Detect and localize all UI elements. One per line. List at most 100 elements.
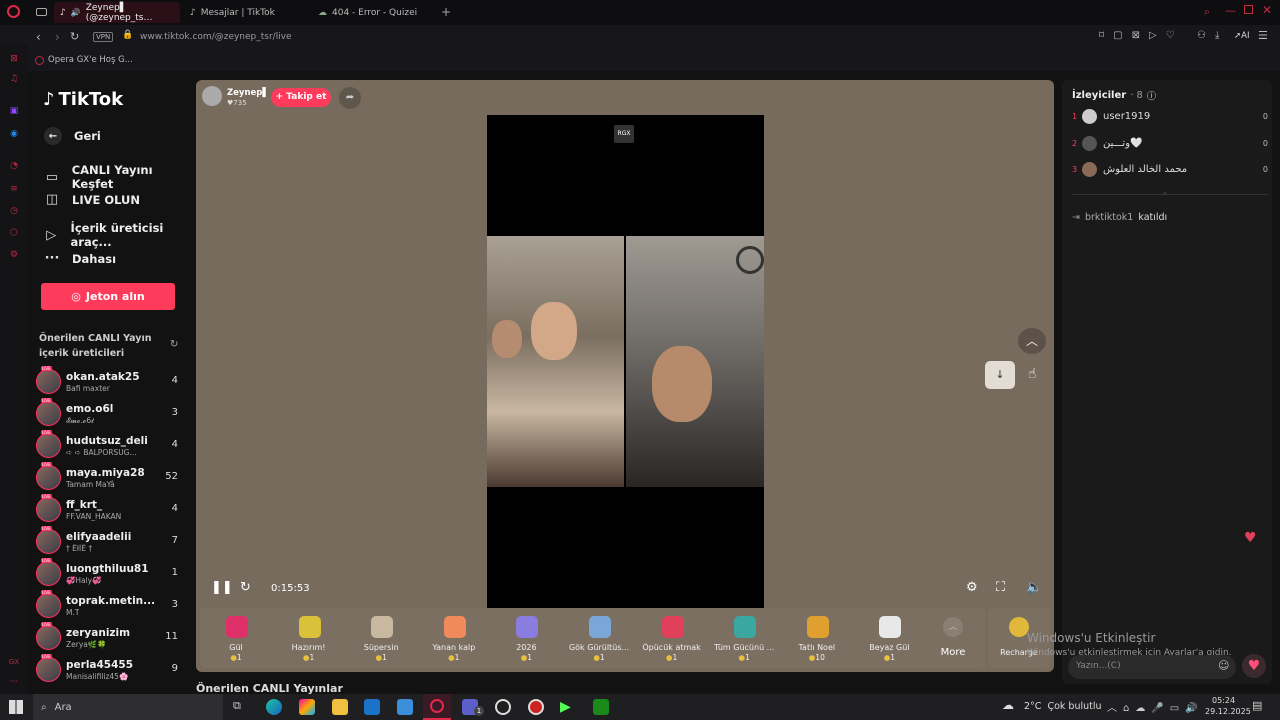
news-icon[interactable]: ≡ (8, 183, 20, 195)
gift-more-button[interactable]: ︿ More (930, 614, 976, 664)
weather-label[interactable]: 2°C Çok bulutlu (1024, 701, 1102, 712)
more-icon[interactable]: ··· (8, 676, 20, 688)
gift-item[interactable]: 2026 ●1 (490, 608, 562, 668)
gx-icon[interactable]: GX (8, 656, 20, 668)
gift-item[interactable]: Tüm Gücünü ... ●1 (708, 608, 780, 668)
help-icon[interactable]: ⓘ (1147, 89, 1156, 102)
replay-icon[interactable]: ↻ (240, 580, 251, 595)
back-icon[interactable]: ‹ (36, 30, 41, 44)
join-user[interactable]: brktiktok1 (1085, 212, 1133, 223)
minimize-icon[interactable]: — (1225, 4, 1236, 17)
account-icon[interactable]: ⚇ (1197, 30, 1206, 41)
creator-item[interactable]: LIVE toprak.metin... M.T 3 (36, 590, 188, 623)
gift-item[interactable]: Gök Gürültüs... ●1 (563, 608, 635, 668)
tray-icons[interactable]: ︿⌂☁🎤▭🔊 (1107, 699, 1204, 714)
bookmark-opera[interactable]: Opera GX'e Hoş G... (35, 55, 133, 65)
cube-icon[interactable]: ⬡ (8, 227, 20, 239)
notification-icon[interactable]: ▤ (1252, 699, 1262, 712)
viewer-row[interactable]: 2 وتـــين🤍 0 (1072, 135, 1268, 155)
clock-time[interactable]: 05:24 (1212, 696, 1235, 705)
gift-item[interactable]: Öpücük atmak ●1 (636, 608, 708, 668)
clock-icon[interactable]: ◷ (8, 205, 20, 217)
settings-icon[interactable]: ⚙ (966, 580, 978, 595)
gift-item[interactable]: Tatlı Noel ●10 (781, 608, 853, 668)
creator-item[interactable]: LIVE zeryanizim Zerya🌿🍀 11 (36, 622, 188, 655)
tab-quizei[interactable]: ☁ 404 - Error - Quizei (312, 2, 438, 23)
speaker-icon[interactable]: 🔊 (71, 8, 81, 17)
clock-date[interactable]: 29.12.2025 (1205, 707, 1251, 716)
task-view-icon[interactable]: ⧉ (233, 699, 241, 713)
back-button[interactable]: ← Geri (44, 127, 101, 145)
music-icon[interactable]: ♫ (8, 73, 20, 85)
xbox-icon[interactable] (593, 699, 609, 715)
menu-icon[interactable]: ☰ (1258, 29, 1268, 42)
settings-icon[interactable]: ⚙ (8, 249, 20, 261)
creator-item[interactable]: LIVE maya.miya28 Tamam MaYâ 52 (36, 462, 188, 495)
outlook-icon[interactable] (364, 699, 380, 715)
host-avatar[interactable] (202, 86, 222, 106)
close-icon[interactable]: ✕ (1262, 3, 1272, 17)
tab-zeynep[interactable]: ♪ 🔊 Zeynep▌ (@zeynep_ts… (54, 2, 180, 23)
forward-icon[interactable]: › (55, 30, 60, 44)
pause-icon[interactable]: ❚❚ (211, 580, 233, 595)
creator-item[interactable]: LIVE luongthiluu81 💞Haly💞 1 (36, 558, 188, 591)
refresh-icon[interactable]: ↻ (170, 339, 178, 350)
like-heart-button[interactable]: ♥ (1242, 654, 1266, 678)
maximize-icon[interactable] (1244, 5, 1253, 14)
url-field[interactable]: www.tiktok.com/@zeynep_tsr/live (140, 32, 292, 42)
creator-item[interactable]: LIVE emo.o6l 𝓔𝓶𝓸.𝓸6𝓵 3 (36, 398, 188, 431)
fullscreen-icon[interactable]: ⛶ (996, 580, 1005, 595)
search-icon[interactable]: ⌕ (1204, 5, 1210, 19)
history-icon[interactable]: ◔ (8, 160, 20, 172)
download-icon[interactable]: ⤓ (1215, 30, 1219, 41)
nav-more[interactable]: ··· Dahası (44, 251, 116, 266)
expand-chevron-icon[interactable]: ⌄ (1162, 188, 1168, 196)
gift-item[interactable]: Yanan kalp ●1 (418, 608, 490, 668)
creator-item[interactable]: LIVE ff_krt_ FF.VAN_HAKAN 4 (36, 494, 188, 527)
opera-gx-logo-icon[interactable] (7, 5, 20, 18)
nav-creator-tools[interactable]: ▷ İçerik üreticisi araç... (44, 221, 196, 249)
gift-item[interactable]: Gül ●1 (200, 608, 272, 668)
nav-explore-live[interactable]: ▭ CANLI Yayını Keşfet (44, 163, 196, 191)
ai-button[interactable]: ➚AI (1234, 31, 1249, 41)
nav-go-live[interactable]: ◫ LIVE OLUN (44, 192, 140, 207)
file-explorer-icon[interactable] (332, 699, 348, 715)
creator-item[interactable]: LIVE okan.atak25 Bafi maxter 4 (36, 366, 188, 399)
vpn-badge[interactable]: VPN (93, 32, 114, 42)
taskbar-search[interactable]: ⌕ Ara (33, 694, 223, 720)
reload-icon[interactable]: ↻ (70, 30, 79, 43)
gift-item[interactable]: Süpersin ●1 (345, 608, 417, 668)
host-info[interactable]: Zeynep▌ ♥735 (202, 86, 269, 108)
app-icon[interactable] (528, 699, 544, 715)
gift-item[interactable]: Hazırım! ●1 (273, 608, 345, 668)
creator-item[interactable]: LIVE elifyaadelii † ËłİÊ † 7 (36, 526, 188, 559)
tiktok-logo[interactable]: ♪ TikTok (43, 89, 123, 110)
emoji-icon[interactable]: ☺ (1218, 659, 1229, 672)
scroll-down-button[interactable]: ↓ (985, 361, 1015, 389)
tab-mesajlar[interactable]: ♪ Mesajlar | TikTok (184, 2, 310, 23)
volume-icon[interactable]: 🔈 (1026, 580, 1042, 595)
play-icon[interactable]: ▶ (560, 699, 576, 715)
viewer-row[interactable]: 1 user1919 0 (1072, 108, 1268, 128)
chat-input[interactable]: Yazın...(C) ☺ (1068, 655, 1236, 679)
follow-button[interactable]: + Takip et (271, 88, 331, 107)
new-tab-button[interactable]: + (441, 5, 451, 19)
copilot-icon[interactable] (299, 699, 315, 715)
get-coins-button[interactable]: ◎ Jeton alın (41, 283, 175, 310)
store-icon[interactable] (397, 699, 413, 715)
live-video[interactable]: RGX (487, 115, 764, 608)
creator-item[interactable]: LIVE perla45455 Manisalifiliz45🌸 9 (36, 654, 188, 687)
creator-item[interactable]: LIVE hudutsuz_deli ➪ ➪ BALPORSUG... 4 (36, 430, 188, 463)
scroll-up-button[interactable]: ︿ (1018, 328, 1046, 354)
opera-taskbar-icon[interactable] (423, 694, 451, 720)
tab-manager-icon[interactable] (36, 8, 47, 16)
messenger-icon[interactable]: ◉ (8, 128, 20, 140)
windows-start-icon[interactable] (9, 700, 23, 714)
weather-icon[interactable]: ☁ (1002, 698, 1014, 712)
gx-control-icon[interactable]: ⊠ (8, 53, 20, 65)
gift-item[interactable]: Beyaz Gül ●1 (853, 608, 925, 668)
edge-icon[interactable] (266, 699, 282, 715)
twitch-icon[interactable]: ▣ (8, 105, 20, 117)
chatgpt-icon[interactable] (495, 699, 511, 715)
share-icon[interactable]: ➦ (339, 87, 361, 109)
